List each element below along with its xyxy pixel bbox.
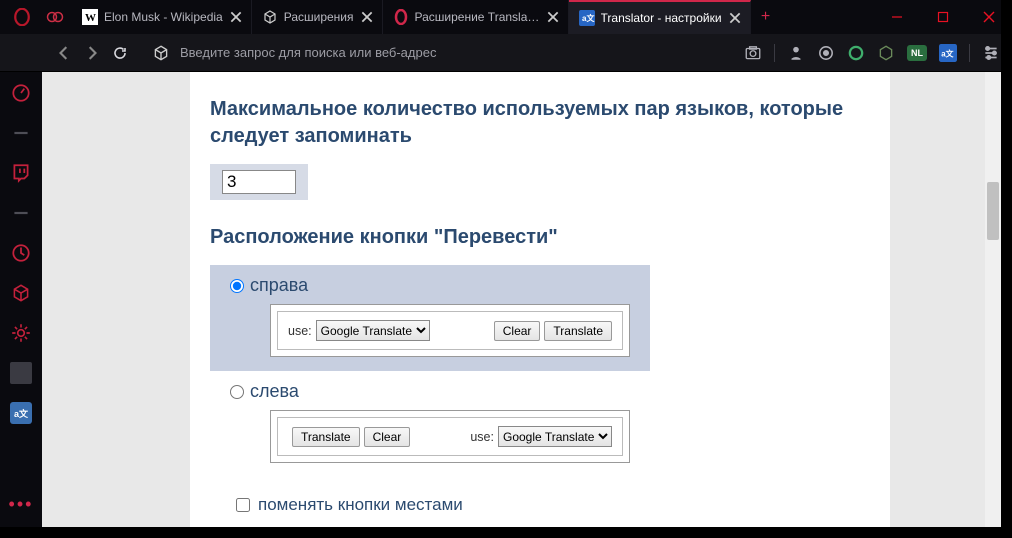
heading-button-position: Расположение кнопки "Перевести" (210, 224, 870, 251)
svg-text:W: W (85, 12, 96, 24)
back-button[interactable] (50, 39, 78, 67)
close-icon[interactable] (229, 10, 243, 24)
tab-extension-detail[interactable]: Расширение Translator (383, 0, 569, 34)
tab-translator-settings[interactable]: a文 Translator - настройки (569, 0, 751, 34)
tab-wikipedia[interactable]: W Elon Musk - Wikipedia (72, 0, 252, 34)
radio-left-label: слева (250, 381, 299, 402)
sidebar-pinned-translator[interactable]: a文 (10, 402, 32, 424)
ext-icon-3[interactable] (847, 44, 865, 62)
address-bar[interactable]: Введите запрос для поиска или веб-адрес (142, 39, 736, 67)
tab-extensions[interactable]: Расширения (252, 0, 383, 34)
sidebar-more[interactable]: ••• (9, 494, 34, 515)
settings-page: Максимальное количество используемых пар… (190, 72, 890, 527)
ext-icon-2[interactable] (817, 44, 835, 62)
minimize-button[interactable] (874, 2, 920, 32)
preview-right: use: Google Translate Clear Translate (270, 304, 630, 357)
radio-right-input[interactable] (230, 279, 244, 293)
snapshot-icon[interactable] (744, 44, 762, 62)
opera-favicon (393, 9, 409, 25)
close-icon[interactable] (728, 11, 742, 25)
radio-right-label: справа (250, 275, 308, 296)
workspace-icon[interactable] (38, 0, 72, 34)
tab-label: Elon Musk - Wikipedia (104, 10, 223, 24)
sidebar-speed-dial[interactable] (10, 82, 32, 104)
sidebar-extensions[interactable] (10, 282, 32, 304)
sidebar-dash[interactable] (10, 122, 32, 144)
radio-left-input[interactable] (230, 385, 244, 399)
sidebar-twitch[interactable] (10, 162, 32, 184)
tab-label: Расширения (284, 10, 354, 24)
easy-setup-icon[interactable] (982, 44, 1000, 62)
forward-button[interactable] (78, 39, 106, 67)
maximize-button[interactable] (920, 2, 966, 32)
separator (774, 44, 775, 62)
sidebar: a文 ••• (0, 72, 42, 527)
sidebar-dash-2[interactable] (10, 202, 32, 224)
preview-row: Translate Clear use: Google Translate (277, 417, 623, 456)
window-edge (0, 527, 1012, 538)
svg-text:a文: a文 (582, 13, 595, 23)
toolbar-right: NL a文 (744, 44, 1000, 62)
engine-select[interactable]: Google Translate (316, 320, 430, 341)
option-left: слева Translate Clear use: Google Transl… (210, 371, 650, 477)
swap-label: поменять кнопки местами (258, 495, 463, 515)
use-label: use: (470, 430, 494, 444)
cube-icon (152, 44, 170, 62)
translate-button[interactable]: Translate (544, 321, 612, 341)
ext-badge-nl[interactable]: NL (907, 45, 927, 61)
option-right: справа use: Google Translate Clear Trans… (210, 265, 650, 371)
position-radio-group: справа use: Google Translate Clear Trans… (210, 265, 870, 515)
separator (969, 44, 970, 62)
radio-left[interactable]: слева (230, 381, 630, 402)
max-pairs-input[interactable] (222, 170, 296, 194)
content-area: Максимальное количество используемых пар… (42, 72, 1001, 527)
tab-strip: W Elon Musk - Wikipedia Расширения Расши… (72, 0, 751, 34)
translate-button[interactable]: Translate (292, 427, 360, 447)
use-label: use: (288, 324, 312, 338)
ext-icon-4[interactable] (877, 44, 895, 62)
close-icon[interactable] (360, 10, 374, 24)
sidebar-history[interactable] (10, 242, 32, 264)
svg-text:a文: a文 (941, 48, 953, 58)
tab-label: Translator - настройки (601, 11, 722, 25)
new-tab-button[interactable]: + (751, 0, 781, 34)
scrollbar-track[interactable] (985, 72, 1001, 527)
close-icon[interactable] (546, 10, 560, 24)
wikipedia-favicon: W (82, 9, 98, 25)
clear-button[interactable]: Clear (494, 321, 541, 341)
opera-menu-button[interactable] (6, 0, 38, 34)
preview-left: Translate Clear use: Google Translate (270, 410, 630, 463)
heading-max-pairs: Максимальное количество используемых пар… (210, 96, 870, 150)
scrollbar-thumb[interactable] (987, 182, 999, 240)
input-container (210, 164, 308, 200)
radio-right[interactable]: справа (230, 275, 630, 296)
reload-button[interactable] (106, 39, 134, 67)
tab-label: Расширение Translator (415, 10, 540, 24)
clear-button[interactable]: Clear (364, 427, 411, 447)
ext-translator-icon[interactable]: a文 (939, 44, 957, 62)
engine-select[interactable]: Google Translate (498, 426, 612, 447)
translator-favicon: a文 (579, 10, 595, 26)
title-bar: W Elon Musk - Wikipedia Расширения Расши… (0, 0, 1012, 34)
swap-checkbox[interactable] (236, 498, 250, 512)
preview-row: use: Google Translate Clear Translate (277, 311, 623, 350)
window-edge (1001, 0, 1012, 538)
close-window-button[interactable] (966, 2, 1012, 32)
swap-checkbox-row[interactable]: поменять кнопки местами (236, 495, 870, 515)
toolbar: Введите запрос для поиска или веб-адрес … (0, 34, 1012, 72)
window-controls (874, 0, 1012, 34)
sidebar-settings[interactable] (10, 322, 32, 344)
cube-icon (262, 9, 278, 25)
ext-icon-1[interactable] (787, 44, 805, 62)
sidebar-pinned-1[interactable] (10, 362, 32, 384)
address-placeholder: Введите запрос для поиска или веб-адрес (180, 45, 436, 60)
